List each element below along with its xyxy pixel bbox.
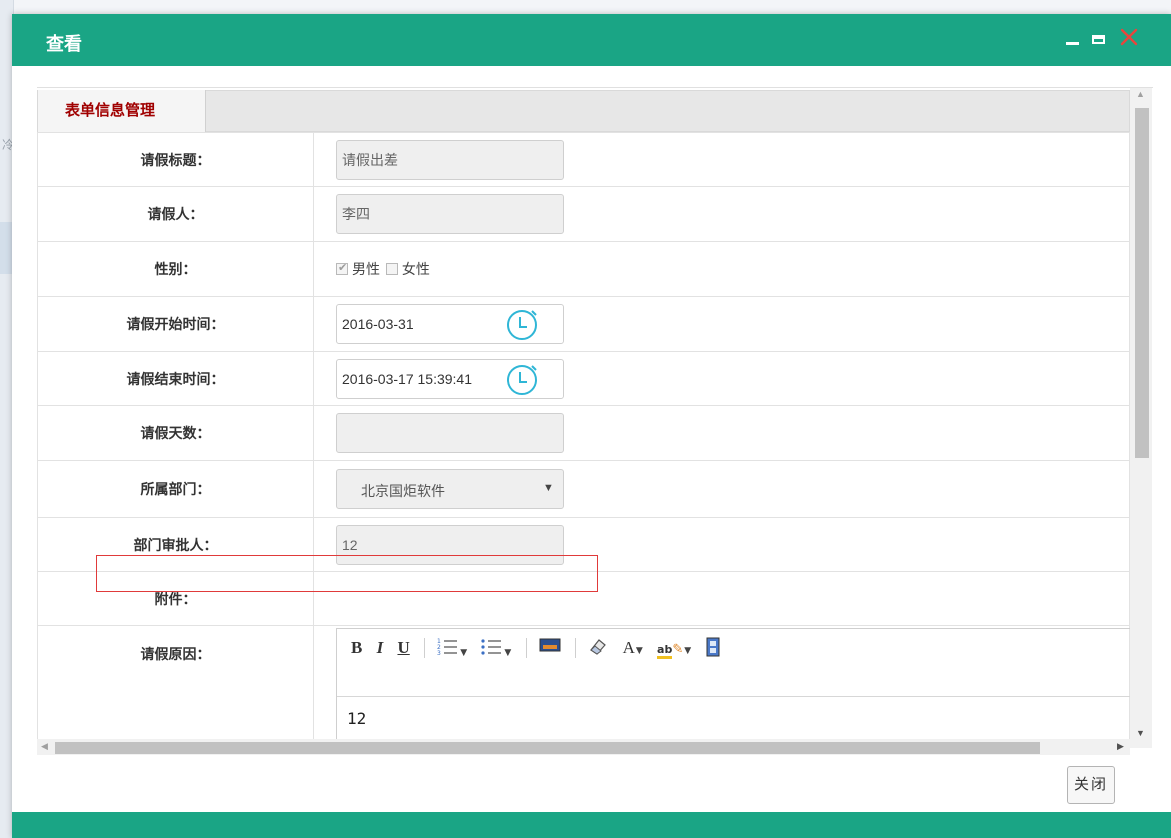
form-row-start-time: 请假开始时间：	[37, 296, 1130, 352]
highlight-pen-icon: ✎	[672, 641, 684, 657]
font-color-label: A	[622, 638, 635, 658]
close-icon[interactable]	[1118, 26, 1140, 48]
form-row-attachment: 附件：	[37, 571, 1130, 626]
close-button[interactable]: 关闭	[1067, 766, 1115, 804]
scroll-down-arrow-icon[interactable]: ▼	[1136, 728, 1145, 738]
tab-form-info[interactable]: 表单信息管理	[38, 90, 206, 133]
leave-form-table: 请假标题： 请假人： 性别： 男性 女性 请假开始时间：	[37, 132, 1133, 755]
horizontal-scroll-thumb[interactable]	[55, 742, 1040, 754]
form-row-reason: 请假原因： B I U 1 2 3 ▼ ▼ A▼ ab✎▼ 12	[37, 625, 1133, 755]
maximize-icon[interactable]	[1088, 28, 1110, 50]
leave-title-label: 请假标题：	[37, 132, 314, 187]
leave-person-input[interactable]	[336, 194, 564, 234]
clock-icon[interactable]	[504, 306, 540, 342]
dialog-footer-bar	[12, 812, 1171, 838]
leave-days-input[interactable]	[336, 413, 564, 453]
ordered-list-icon[interactable]: 1 2 3 ▼	[437, 637, 467, 659]
svg-text:3: 3	[437, 650, 441, 655]
gender-label: 性别：	[37, 241, 314, 297]
highlight-color-button[interactable]: ab✎▼	[657, 637, 691, 660]
dialog-titlebar[interactable]: 查看	[12, 14, 1171, 66]
start-time-label: 请假开始时间：	[37, 296, 314, 352]
end-time-label: 请假结束时间：	[37, 351, 314, 406]
attachment-label: 附件：	[37, 571, 314, 626]
font-color-button[interactable]: A▼	[623, 637, 643, 659]
male-checkbox[interactable]	[336, 261, 348, 275]
scroll-up-arrow-icon[interactable]: ▲	[1136, 89, 1145, 99]
view-dialog: 查看 表单信息管理 请假标题： 请假人： 性别：	[12, 14, 1171, 838]
form-row-department: 所属部门： 北京国炬软件 ▼	[37, 460, 1130, 518]
female-option-label: 女性	[401, 261, 430, 277]
toolbar-divider	[525, 638, 527, 659]
form-row-gender: 性别： 男性 女性	[37, 241, 1130, 297]
leave-title-input[interactable]	[336, 139, 564, 180]
scroll-right-arrow-icon[interactable]: ▶	[1117, 741, 1124, 752]
female-checkbox[interactable]	[385, 263, 398, 275]
form-row-person: 请假人：	[37, 186, 1130, 242]
horizontal-scrollbar[interactable]: ◀ ▶	[37, 739, 1130, 755]
reason-label: 请假原因：	[37, 625, 314, 755]
tab-bar: 表单信息管理	[37, 90, 1130, 133]
toolbar-divider	[575, 638, 577, 659]
scroll-left-arrow-icon[interactable]: ◀	[41, 741, 48, 752]
editor-content-area[interactable]: 12	[337, 697, 1133, 740]
image-icon[interactable]	[539, 637, 561, 659]
underline-button[interactable]: U	[397, 637, 409, 659]
dialog-content: 表单信息管理 请假标题： 请假人： 性别： 男性 女性	[37, 87, 1153, 755]
department-select[interactable]: 北京国炬软件 ▼	[336, 469, 564, 509]
approver-input[interactable]	[336, 524, 564, 565]
department-label: 所属部门：	[37, 460, 314, 518]
minimize-icon[interactable]	[1062, 28, 1084, 50]
form-row-approver: 部门审批人：	[37, 517, 1130, 572]
leave-days-label: 请假天数：	[37, 405, 314, 461]
unordered-list-icon[interactable]: ▼	[481, 637, 511, 659]
reason-rich-text-editor: B I U 1 2 3 ▼ ▼ A▼ ab✎▼ 12	[336, 628, 1133, 755]
male-option-label: 男性	[352, 261, 380, 277]
form-row-title: 请假标题：	[37, 132, 1130, 187]
clock-icon[interactable]	[504, 361, 540, 397]
eraser-icon[interactable]	[588, 637, 608, 659]
approver-label: 部门审批人：	[37, 517, 314, 572]
attachment-value-cell[interactable]	[313, 571, 1130, 626]
italic-button[interactable]: I	[377, 637, 384, 659]
film-icon[interactable]	[705, 637, 721, 659]
leave-person-label: 请假人：	[37, 186, 314, 242]
department-select-value: 北京国炬软件	[361, 483, 445, 499]
start-time-datebox	[336, 304, 564, 344]
form-row-days: 请假天数：	[37, 405, 1130, 461]
form-row-end-time: 请假结束时间：	[37, 351, 1130, 406]
bold-button[interactable]: B	[351, 637, 362, 659]
vertical-scroll-thumb[interactable]	[1135, 108, 1149, 458]
dialog-title: 查看	[46, 34, 82, 54]
highlight-label: ab	[657, 643, 673, 660]
end-time-datebox	[336, 358, 564, 399]
dropdown-arrow-icon: ▼	[543, 482, 554, 494]
toolbar-divider	[424, 638, 425, 659]
editor-toolbar: B I U 1 2 3 ▼ ▼ A▼ ab✎▼	[337, 629, 1133, 697]
vertical-scrollbar[interactable]: ▲ ▼	[1130, 88, 1152, 748]
